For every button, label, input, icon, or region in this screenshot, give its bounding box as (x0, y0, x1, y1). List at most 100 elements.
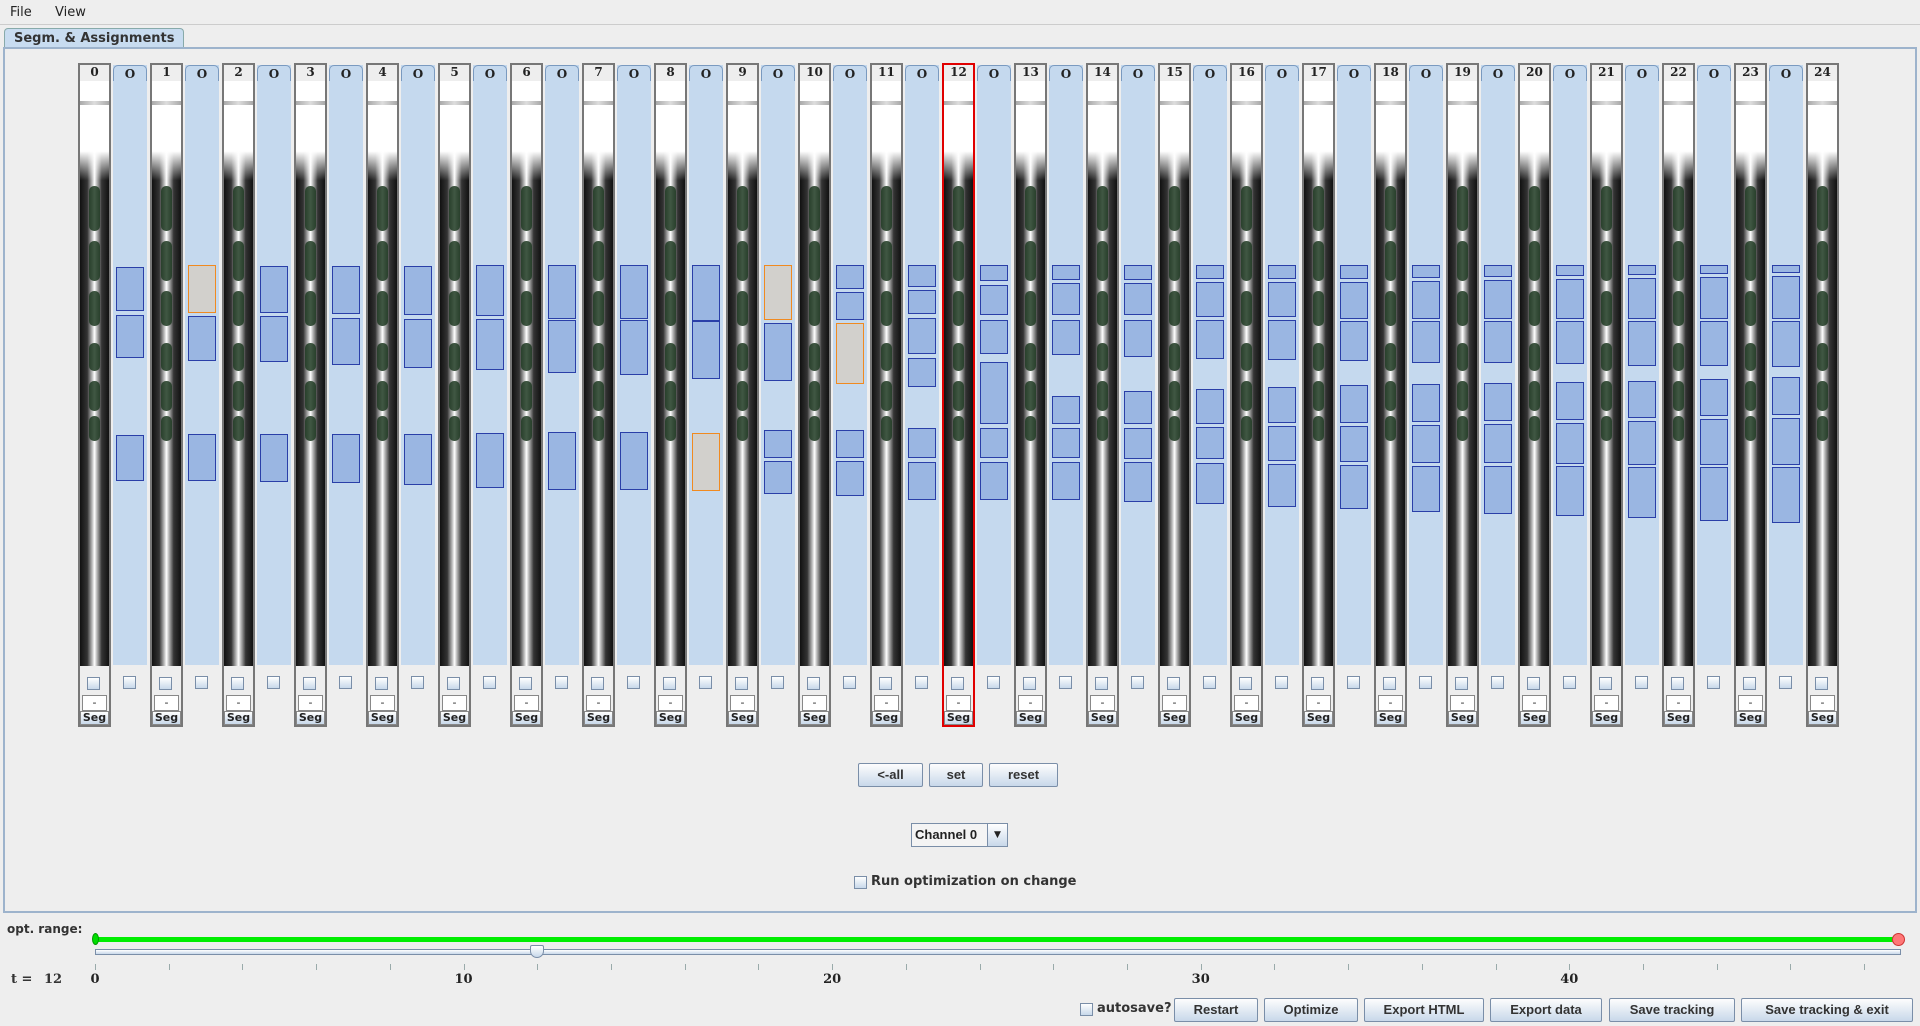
frame-value-field[interactable]: - (1018, 695, 1043, 711)
segment-assignment[interactable] (1052, 462, 1080, 500)
segment-assignment[interactable] (1772, 276, 1800, 319)
assignment-column[interactable]: O (833, 65, 867, 665)
segment-assignment[interactable] (1124, 428, 1152, 459)
tab-segm-assignments[interactable]: Segm. & Assignments (4, 28, 185, 48)
frame-19[interactable]: 19 - Seg (1446, 63, 1479, 727)
segment-assignment[interactable] (1340, 385, 1368, 423)
segment-assignment[interactable] (332, 318, 360, 365)
frame-value-field[interactable]: - (226, 695, 251, 711)
assignment-column[interactable]: O (1625, 65, 1659, 665)
seg-button[interactable]: Seg (1520, 711, 1549, 725)
frame-2[interactable]: 2 - Seg (222, 63, 255, 727)
segment-assignment[interactable] (836, 265, 864, 289)
frame-14[interactable]: 14 - Seg (1086, 63, 1119, 727)
segment-assignment[interactable] (1772, 377, 1800, 415)
assignment-checkbox[interactable] (1635, 676, 1648, 689)
segment-assignment[interactable] (1700, 467, 1728, 521)
segment-assignment[interactable] (692, 321, 720, 379)
frame-image[interactable] (1592, 81, 1621, 666)
frame-image[interactable] (224, 81, 253, 666)
segment-assignment[interactable] (908, 462, 936, 500)
frame-value-field[interactable]: - (1738, 695, 1763, 711)
all-button[interactable]: <-all (858, 763, 923, 787)
segment-assignment[interactable] (116, 267, 144, 311)
frame-value-field[interactable]: - (730, 695, 755, 711)
segment-assignment[interactable] (1628, 381, 1656, 418)
seg-button[interactable]: Seg (872, 711, 901, 725)
frame-7[interactable]: 7 - Seg (582, 63, 615, 727)
segment-assignment[interactable] (692, 433, 720, 491)
segment-assignment[interactable] (1196, 320, 1224, 359)
segment-assignment[interactable] (1196, 463, 1224, 504)
seg-button[interactable]: Seg (1592, 711, 1621, 725)
segment-assignment[interactable] (548, 432, 576, 490)
assignment-checkbox[interactable] (123, 676, 136, 689)
segment-assignment[interactable] (332, 434, 360, 483)
frame-value-field[interactable]: - (1162, 695, 1187, 711)
frame-4[interactable]: 4 - Seg (366, 63, 399, 727)
assignment-checkbox[interactable] (771, 676, 784, 689)
save-tracking-exit-button[interactable]: Save tracking & exit (1741, 998, 1913, 1022)
segment-assignment[interactable] (1700, 419, 1728, 465)
frame-image[interactable] (1160, 81, 1189, 666)
frame-image[interactable] (512, 81, 541, 666)
seg-button[interactable]: Seg (152, 711, 181, 725)
segment-assignment[interactable] (764, 461, 792, 494)
assignment-checkbox[interactable] (1059, 676, 1072, 689)
frame-0[interactable]: 0 - Seg (78, 63, 111, 727)
frame-image[interactable] (1448, 81, 1477, 666)
segment-assignment[interactable] (476, 265, 504, 316)
segment-assignment[interactable] (188, 265, 216, 313)
segment-assignment[interactable] (980, 428, 1008, 458)
frame-checkbox[interactable] (1095, 677, 1108, 690)
assignment-column[interactable]: O (617, 65, 651, 665)
segment-assignment[interactable] (1124, 391, 1152, 424)
assignment-checkbox[interactable] (1275, 676, 1288, 689)
assignment-column[interactable]: O (1265, 65, 1299, 665)
seg-button[interactable]: Seg (512, 711, 541, 725)
frame-value-field[interactable]: - (1234, 695, 1259, 711)
seg-button[interactable]: Seg (656, 711, 685, 725)
frame-image[interactable] (1376, 81, 1405, 666)
segment-assignment[interactable] (188, 434, 216, 481)
segment-assignment[interactable] (1052, 265, 1080, 280)
seg-button[interactable]: Seg (584, 711, 613, 725)
segment-assignment[interactable] (1772, 467, 1800, 523)
segment-assignment[interactable] (692, 265, 720, 321)
frame-checkbox[interactable] (807, 677, 820, 690)
assignment-column[interactable]: O (977, 65, 1011, 665)
frame-checkbox[interactable] (951, 677, 964, 690)
segment-assignment[interactable] (404, 266, 432, 315)
segment-assignment[interactable] (116, 315, 144, 358)
menu-view[interactable]: View (55, 5, 86, 20)
assignment-checkbox[interactable] (1707, 676, 1720, 689)
frame-checkbox[interactable] (879, 677, 892, 690)
assignment-checkbox[interactable] (411, 676, 424, 689)
segment-assignment[interactable] (1556, 321, 1584, 364)
assignment-checkbox[interactable] (339, 676, 352, 689)
seg-button[interactable]: Seg (80, 711, 109, 725)
frame-value-field[interactable]: - (658, 695, 683, 711)
frame-value-field[interactable]: - (946, 695, 971, 711)
assignment-column[interactable]: O (473, 65, 507, 665)
export-data-button[interactable]: Export data (1490, 998, 1602, 1022)
assignment-checkbox[interactable] (267, 676, 280, 689)
segment-assignment[interactable] (1484, 321, 1512, 363)
range-start-handle[interactable] (92, 933, 99, 945)
frame-18[interactable]: 18 - Seg (1374, 63, 1407, 727)
assignment-column[interactable]: O (761, 65, 795, 665)
assignment-checkbox[interactable] (1131, 676, 1144, 689)
segment-assignment[interactable] (1772, 265, 1800, 273)
segment-assignment[interactable] (548, 320, 576, 373)
run-optimization-checkbox[interactable] (854, 876, 867, 889)
frame-value-field[interactable]: - (154, 695, 179, 711)
frame-5[interactable]: 5 - Seg (438, 63, 471, 727)
segment-assignment[interactable] (548, 265, 576, 319)
segment-assignment[interactable] (1484, 383, 1512, 421)
segment-assignment[interactable] (764, 430, 792, 458)
seg-button[interactable]: Seg (1736, 711, 1765, 725)
export-html-button[interactable]: Export HTML (1364, 998, 1484, 1022)
frame-checkbox[interactable] (1743, 677, 1756, 690)
segment-assignment[interactable] (1052, 283, 1080, 315)
segment-assignment[interactable] (620, 320, 648, 375)
